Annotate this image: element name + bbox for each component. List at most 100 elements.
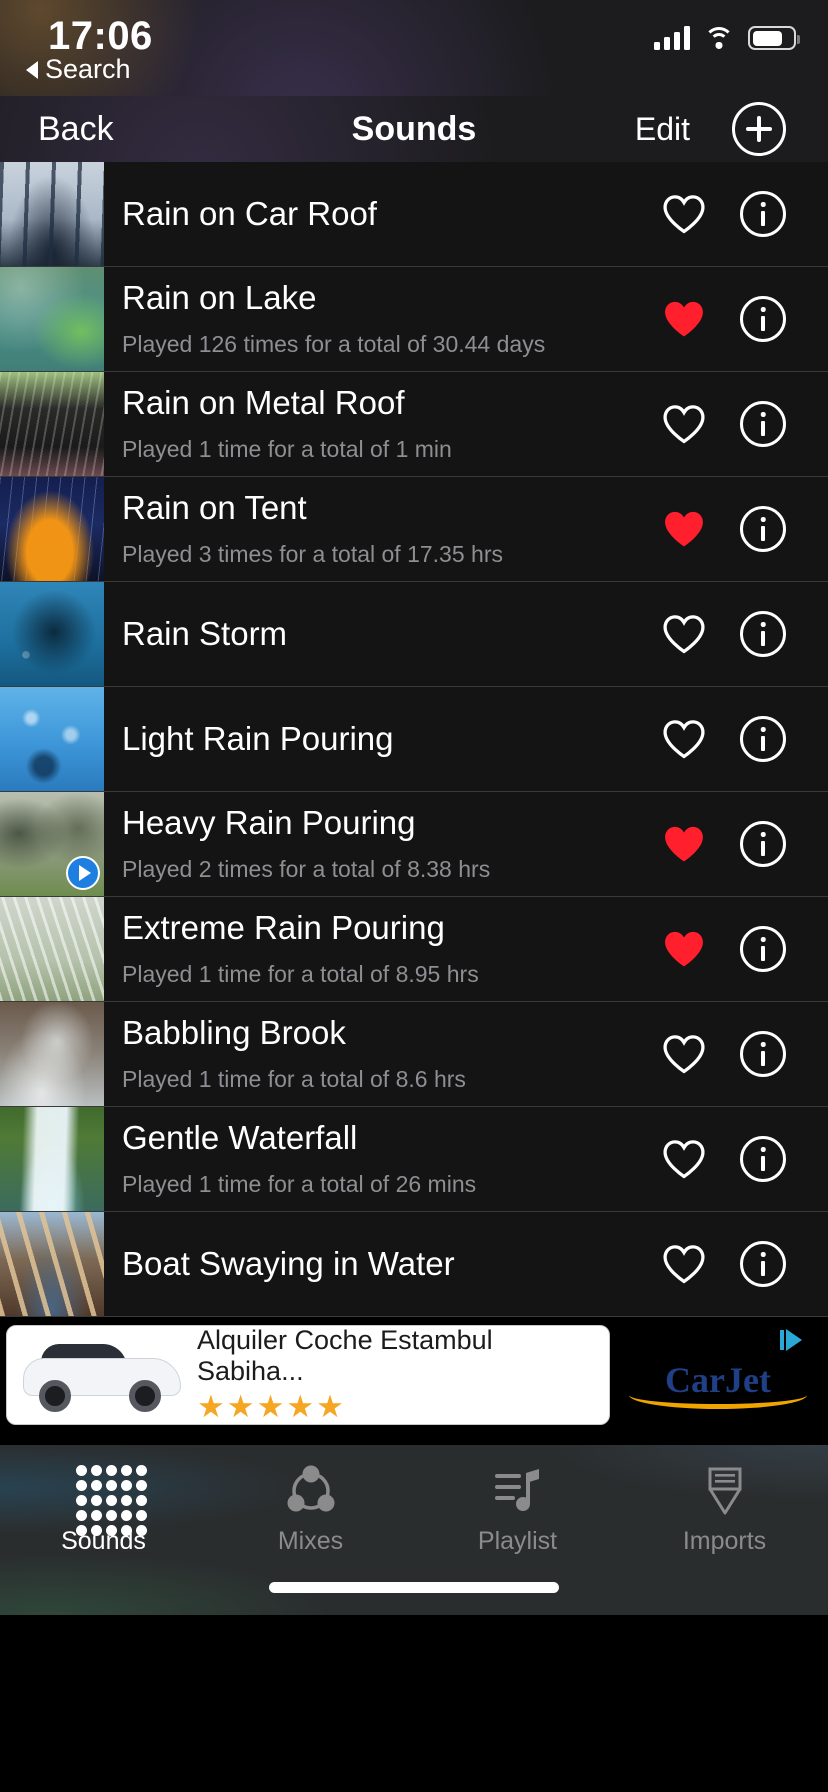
sound-thumbnail[interactable] (0, 897, 104, 1001)
info-icon[interactable] (740, 716, 786, 762)
sound-artwork-image (0, 372, 104, 476)
sound-row-actions (662, 792, 828, 896)
tab-sounds[interactable]: Sounds (0, 1445, 207, 1556)
heart-outline-icon[interactable] (662, 1244, 706, 1284)
plus-circle-icon[interactable] (732, 102, 786, 156)
ad-banner[interactable]: Alquiler Coche Estambul Sabiha... ★★★★★ … (0, 1317, 828, 1445)
sound-row[interactable]: Boat Swaying in Water (0, 1212, 828, 1317)
sound-thumbnail[interactable] (0, 792, 104, 896)
sound-info: Heavy Rain Pouring Played 2 times for a t… (104, 792, 662, 896)
sound-thumbnail[interactable] (0, 582, 104, 686)
sound-row-actions (662, 687, 828, 791)
info-icon[interactable] (740, 1031, 786, 1077)
sound-thumbnail[interactable] (0, 372, 104, 476)
sound-title: Extreme Rain Pouring (122, 909, 445, 947)
back-triangle-icon (26, 60, 38, 79)
sound-row-actions (662, 582, 828, 686)
return-to-search-button[interactable]: Search (26, 54, 131, 85)
sound-artwork-image (0, 162, 104, 266)
info-icon[interactable] (740, 821, 786, 867)
tab-bar: Sounds Mixes Playlist Imports (0, 1445, 828, 1615)
heart-filled-icon[interactable] (662, 824, 706, 864)
sound-title: Rain on Car Roof (122, 194, 377, 232)
status-bar-clock: 17:06 (48, 14, 153, 58)
sound-play-stats: Played 126 times for a total of 30.44 da… (122, 330, 546, 357)
sound-row[interactable]: Extreme Rain Pouring Played 1 time for a … (0, 897, 828, 1002)
sound-thumbnail[interactable] (0, 267, 104, 371)
page-title: Sounds (351, 109, 477, 148)
sound-info: Rain on Car Roof (104, 162, 662, 266)
sound-thumbnail[interactable] (0, 1212, 104, 1316)
info-icon[interactable] (740, 401, 786, 447)
home-indicator[interactable] (269, 1582, 559, 1593)
sound-thumbnail[interactable] (0, 1002, 104, 1106)
heart-outline-icon[interactable] (662, 614, 706, 654)
tab-mixes[interactable]: Mixes (207, 1445, 414, 1556)
info-icon[interactable] (740, 926, 786, 972)
sound-row-actions (662, 372, 828, 476)
ad-text: Alquiler Coche Estambul Sabiha... ★★★★★ (197, 1325, 609, 1425)
info-icon[interactable] (740, 1136, 786, 1182)
sound-title: Heavy Rain Pouring (122, 804, 416, 842)
heart-outline-icon[interactable] (662, 719, 706, 759)
sound-artwork-image (0, 1107, 104, 1211)
status-bar: 17:06 Search (0, 0, 828, 96)
sound-row[interactable]: Rain on Lake Played 126 times for a total… (0, 267, 828, 372)
sound-row[interactable]: Rain Storm (0, 582, 828, 687)
sound-artwork-image (0, 1002, 104, 1106)
heart-filled-icon[interactable] (662, 929, 706, 969)
ad-card[interactable]: Alquiler Coche Estambul Sabiha... ★★★★★ (6, 1325, 610, 1425)
sound-artwork-image (0, 687, 104, 791)
sound-artwork-image (0, 1212, 104, 1316)
status-bar-indicators (654, 26, 800, 50)
ad-headline: Alquiler Coche Estambul Sabiha... (197, 1325, 493, 1386)
sound-artwork-image (0, 267, 104, 371)
sound-info: Rain on Metal Roof Played 1 time for a to… (104, 372, 662, 476)
sound-row-actions (662, 1002, 828, 1106)
heart-filled-icon[interactable] (662, 509, 706, 549)
sound-title: Babbling Brook (122, 1014, 346, 1052)
sound-row-actions (662, 1107, 828, 1211)
sound-info: Light Rain Pouring (104, 687, 662, 791)
sound-row[interactable]: Heavy Rain Pouring Played 2 times for a t… (0, 792, 828, 897)
now-playing-badge-icon[interactable] (66, 856, 100, 890)
tab-playlist-label: Playlist (477, 1527, 558, 1555)
heart-outline-icon[interactable] (662, 1034, 706, 1074)
info-icon[interactable] (740, 506, 786, 552)
heart-outline-icon[interactable] (662, 194, 706, 234)
tab-playlist[interactable]: Playlist (414, 1445, 621, 1556)
info-icon[interactable] (740, 1241, 786, 1287)
sound-row[interactable]: Babbling Brook Played 1 time for a total … (0, 1002, 828, 1107)
tab-mixes-label: Mixes (277, 1527, 344, 1555)
wifi-icon (704, 26, 734, 50)
heart-outline-icon[interactable] (662, 404, 706, 444)
sound-artwork-image (0, 477, 104, 581)
sound-title: Light Rain Pouring (122, 719, 394, 757)
info-icon[interactable] (740, 611, 786, 657)
heart-filled-icon[interactable] (662, 299, 706, 339)
heart-outline-icon[interactable] (662, 1139, 706, 1179)
adchoices-icon[interactable] (774, 1323, 808, 1357)
sound-row[interactable]: Rain on Car Roof (0, 162, 828, 267)
edit-button[interactable]: Edit (635, 111, 690, 148)
sound-row[interactable]: Rain on Tent Played 3 times for a total o… (0, 477, 828, 582)
sound-row-actions (662, 477, 828, 581)
ad-brand-logo: CarJet (618, 1359, 818, 1409)
sound-thumbnail[interactable] (0, 687, 104, 791)
return-to-search-label: Search (45, 54, 131, 84)
ad-rating-stars: ★★★★★ (197, 1389, 346, 1425)
sound-thumbnail[interactable] (0, 477, 104, 581)
sound-thumbnail[interactable] (0, 162, 104, 266)
info-icon[interactable] (740, 191, 786, 237)
tab-imports-label: Imports (682, 1527, 767, 1555)
info-icon[interactable] (740, 296, 786, 342)
sound-info: Boat Swaying in Water (104, 1212, 662, 1316)
battery-icon (748, 26, 800, 50)
sound-thumbnail[interactable] (0, 1107, 104, 1211)
sound-info: Rain on Lake Played 126 times for a total… (104, 267, 662, 371)
sound-row[interactable]: Rain on Metal Roof Played 1 time for a to… (0, 372, 828, 477)
tab-imports[interactable]: Imports (621, 1445, 828, 1556)
sound-row[interactable]: Light Rain Pouring (0, 687, 828, 792)
sound-row[interactable]: Gentle Waterfall Played 1 time for a tota… (0, 1107, 828, 1212)
sound-row-actions (662, 267, 828, 371)
